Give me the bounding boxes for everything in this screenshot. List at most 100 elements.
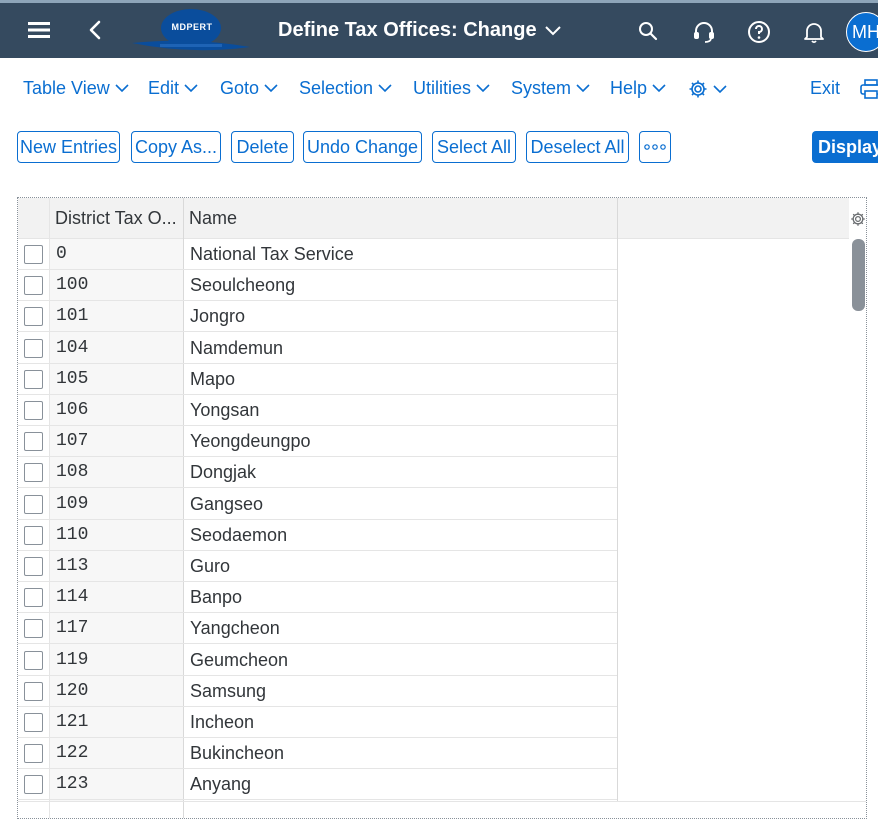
table-row[interactable]: 107 Yeongdeungpo	[18, 426, 617, 458]
table-row[interactable]: 121 Incheon	[18, 707, 617, 738]
name-cell: Geumcheon	[190, 649, 289, 670]
back-icon[interactable]	[84, 17, 106, 43]
row-select-checkbox[interactable]	[24, 463, 43, 483]
row-select-checkbox[interactable]	[24, 432, 43, 452]
table-row[interactable]: 122 Bukincheon	[18, 738, 617, 770]
name-cell: Yangcheon	[190, 618, 280, 639]
name-cell: Yongsan	[190, 400, 260, 420]
exit-button[interactable]: Exit	[810, 78, 840, 99]
row-select-checkbox[interactable]	[24, 588, 43, 608]
horizontal-scrollbar[interactable]	[18, 801, 866, 818]
undo-change-button[interactable]: Undo Change	[303, 131, 422, 163]
row-select-checkbox[interactable]	[24, 401, 43, 420]
table-row[interactable]: 105 Mapo	[18, 364, 617, 395]
menu-table-view[interactable]: Table View	[23, 78, 129, 99]
company-logo[interactable]: MDPERT	[130, 7, 252, 55]
name-cell: Incheon	[190, 712, 255, 732]
table-row[interactable]: 114 Banpo	[18, 582, 617, 614]
district-tax-office-cell: 121	[56, 712, 89, 732]
new-entries-button[interactable]: New Entries	[17, 131, 120, 163]
delete-button[interactable]: Delete	[231, 131, 294, 163]
scrollbar-thumb[interactable]	[852, 239, 865, 311]
row-select-checkbox[interactable]	[24, 775, 43, 795]
row-select-checkbox[interactable]	[24, 557, 43, 576]
name-cell: Samsung	[190, 680, 267, 701]
name-cell: Jongro	[190, 306, 246, 327]
menu-icon[interactable]	[26, 17, 52, 43]
gear-icon	[689, 80, 707, 98]
menu-label: Help	[610, 78, 648, 98]
district-tax-office-cell: 109	[56, 493, 89, 514]
district-tax-office-cell: 108	[56, 462, 89, 483]
district-tax-office-cell: 105	[56, 368, 89, 389]
name-cell: Gangseo	[190, 493, 264, 514]
app-title[interactable]: Define Tax Offices: Change	[278, 19, 561, 42]
settings-menu[interactable]	[688, 79, 727, 99]
display-button[interactable]: Display	[812, 131, 878, 163]
copy-as-button[interactable]: Copy As...	[131, 131, 221, 163]
select-all-button[interactable]: Select All	[432, 131, 516, 163]
table-row[interactable]: 101 Jongro	[18, 301, 617, 333]
chevron-down-icon	[264, 84, 278, 93]
chevron-down-icon	[576, 84, 590, 93]
row-select-checkbox[interactable]	[24, 276, 43, 296]
table-row[interactable]: 119 Geumcheon	[18, 645, 617, 676]
row-select-checkbox[interactable]	[24, 650, 43, 670]
vertical-scrollbar[interactable]	[849, 239, 866, 801]
column-header-district-tax-office[interactable]: District Tax O...	[55, 208, 177, 229]
table-row[interactable]: 113 Guro	[18, 551, 617, 582]
table-row[interactable]: 117 Yangcheon	[18, 613, 617, 645]
table-row[interactable]: 0 National Tax Service	[18, 239, 617, 270]
row-select-checkbox[interactable]	[24, 713, 43, 732]
menu-goto[interactable]: Goto	[220, 78, 278, 99]
menu-label: Edit	[148, 78, 180, 98]
logo-text: MDPERT	[171, 22, 213, 32]
chevron-down-icon	[115, 84, 129, 93]
menu-help[interactable]: Help	[610, 78, 666, 99]
district-tax-office-cell: 104	[56, 337, 89, 358]
row-select-checkbox[interactable]	[24, 369, 43, 389]
shell-bar: MDPERT Define Tax Offices: Change MH	[0, 0, 878, 58]
row-select-checkbox[interactable]	[24, 245, 43, 264]
headset-icon[interactable]	[691, 19, 717, 45]
name-cell: Banpo	[190, 587, 243, 608]
deselect-all-button[interactable]: Deselect All	[526, 131, 629, 163]
row-select-checkbox[interactable]	[24, 494, 43, 514]
menu-edit[interactable]: Edit	[148, 78, 198, 99]
menu-utilities[interactable]: Utilities	[413, 78, 490, 99]
menu-system[interactable]: System	[511, 78, 590, 99]
district-tax-office-cell: 100	[56, 275, 89, 296]
row-select-checkbox[interactable]	[24, 681, 43, 701]
menu-selection[interactable]: Selection	[299, 78, 392, 99]
chevron-down-icon	[184, 84, 198, 93]
row-select-checkbox[interactable]	[24, 525, 43, 545]
table-row[interactable]: 109 Gangseo	[18, 489, 617, 520]
table-settings-icon[interactable]	[850, 211, 866, 227]
avatar[interactable]: MH	[846, 12, 878, 52]
column-header-name[interactable]: Name	[189, 208, 237, 229]
name-cell: Namdemun	[190, 337, 284, 358]
name-cell: Yeongdeungpo	[190, 431, 311, 452]
table-row[interactable]: 110 Seodaemon	[18, 520, 617, 551]
table-row[interactable]: 106 Yongsan	[18, 395, 617, 426]
chevron-down-icon	[476, 84, 490, 93]
print-icon[interactable]	[860, 79, 878, 99]
help-icon[interactable]	[746, 19, 772, 45]
row-select-checkbox[interactable]	[24, 338, 43, 358]
chevron-down-icon	[652, 84, 666, 93]
row-select-checkbox[interactable]	[24, 307, 43, 327]
table-row[interactable]: 100 Seoulcheong	[18, 270, 617, 302]
menu-label: Table View	[23, 78, 110, 98]
notification-icon[interactable]	[801, 19, 827, 45]
table-row[interactable]: 120 Samsung	[18, 676, 617, 707]
table-row[interactable]: 123 Anyang	[18, 769, 617, 801]
name-cell: Seoulcheong	[190, 275, 296, 296]
row-select-checkbox[interactable]	[24, 619, 43, 639]
table-row[interactable]: 104 Namdemun	[18, 333, 617, 364]
table-row[interactable]: 108 Dongjak	[18, 457, 617, 489]
more-options-button[interactable]	[639, 131, 671, 163]
more-icon	[644, 144, 666, 150]
menu-bar: Table View Edit Goto Selection Utilities…	[0, 58, 878, 118]
search-icon[interactable]	[636, 19, 660, 43]
row-select-checkbox[interactable]	[24, 744, 43, 764]
